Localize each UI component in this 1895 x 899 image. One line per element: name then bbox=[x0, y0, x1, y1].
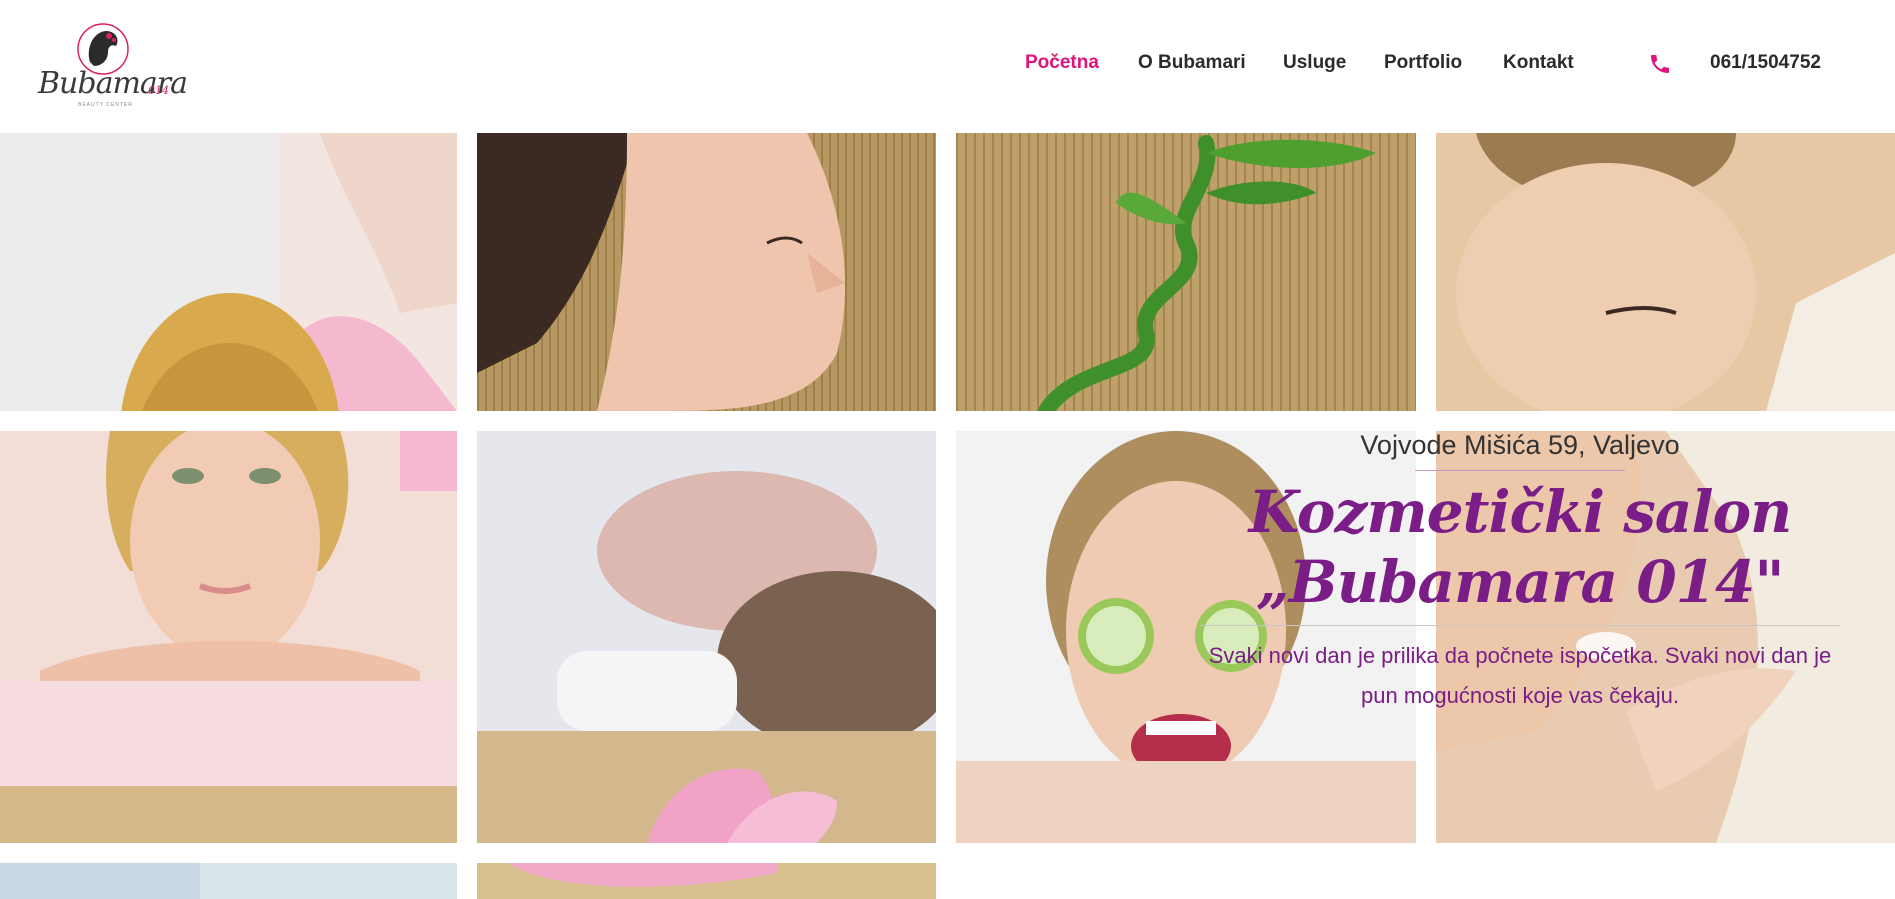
gallery-photo-woman-profile-bamboo[interactable] bbox=[477, 133, 936, 411]
hero-text: Vojvode Mišića 59, Valjevo Kozmetički sa… bbox=[1190, 424, 1850, 716]
nav-item-usluge[interactable]: Usluge bbox=[1283, 52, 1346, 74]
gallery-photo-woman-looking-down[interactable] bbox=[1436, 133, 1895, 411]
address-underline bbox=[1415, 470, 1625, 471]
hero-title: Kozmetički salon „Bubamara 014" bbox=[1248, 478, 1793, 616]
gallery-photo-row3-mid[interactable] bbox=[477, 863, 936, 899]
gallery-photo-blonde-woman-lying[interactable] bbox=[0, 133, 457, 411]
hero-address: Vojvode Mišića 59, Valjevo bbox=[1360, 430, 1680, 460]
hero-divider bbox=[1200, 625, 1840, 626]
nav-item-pocetna[interactable]: Početna bbox=[1025, 52, 1099, 74]
nav-item-portfolio[interactable]: Portfolio bbox=[1384, 52, 1462, 74]
main-nav: Početna O Bubamari Usluge Portfolio Kont… bbox=[1000, 52, 1860, 82]
logo-tagline: BEAUTY CENTER bbox=[78, 102, 133, 108]
gallery-photo-woman-relaxing-blurred[interactable] bbox=[477, 431, 936, 843]
gallery-photo-bamboo-plant[interactable] bbox=[956, 133, 1416, 411]
site-logo[interactable]: Bubamara 014 BEAUTY CENTER bbox=[36, 22, 188, 108]
site-header: Bubamara 014 BEAUTY CENTER Početna O Bub… bbox=[0, 0, 1895, 133]
phone-icon[interactable] bbox=[1648, 52, 1672, 76]
phone-number[interactable]: 061/1504752 bbox=[1710, 52, 1821, 74]
nav-item-kontakt[interactable]: Kontakt bbox=[1503, 52, 1574, 74]
hero-subtitle: Svaki novi dan je prilika da počnete isp… bbox=[1208, 643, 1832, 708]
gallery-photo-row3-left[interactable] bbox=[0, 863, 457, 899]
nav-item-o-bubamari[interactable]: O Bubamari bbox=[1138, 52, 1246, 74]
gallery-photo-woman-on-towel[interactable] bbox=[0, 431, 457, 843]
logo-suffix: 014 bbox=[148, 84, 169, 97]
